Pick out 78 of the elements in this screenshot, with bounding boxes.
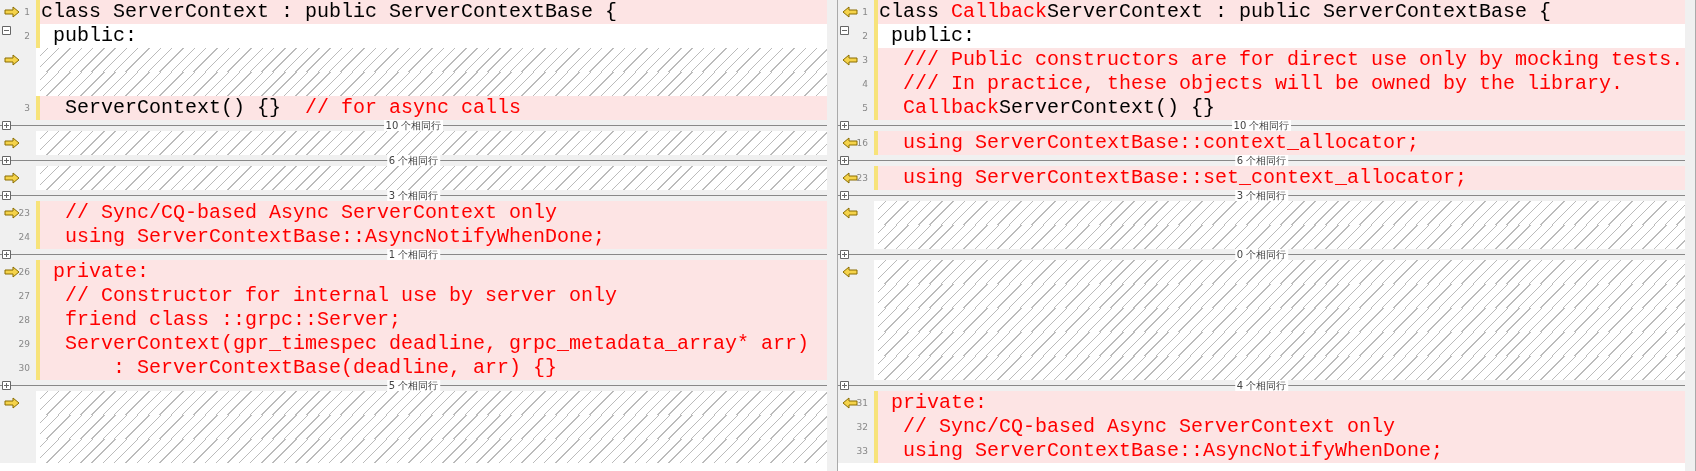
left-arrow-icon[interactable] (842, 6, 858, 18)
folded-lines-label: 6 个相同行 (1234, 155, 1289, 166)
line-number: 32 (856, 422, 868, 432)
scrollbar[interactable] (827, 0, 837, 471)
code-line: // Sync/CQ-based Async ServerContext only (902, 415, 1396, 439)
code-line: /// In practice, these objects will be owned by the library. (902, 72, 1624, 96)
line-number: 5 (862, 103, 868, 113)
expand-icon[interactable] (840, 381, 849, 390)
line-number: 24 (18, 232, 30, 242)
line-number: 3 (862, 55, 868, 65)
right-arrow-icon[interactable] (4, 397, 20, 409)
left-arrow-icon[interactable] (842, 54, 858, 66)
line-number: 30 (18, 363, 30, 373)
expand-icon[interactable] (840, 121, 849, 130)
code-line: : ServerContextBase(deadline, arr) {} (112, 356, 558, 380)
expand-icon[interactable] (840, 191, 849, 200)
right-arrow-icon[interactable] (4, 172, 20, 184)
expand-icon[interactable] (2, 250, 11, 259)
folded-lines-label: 0 个相同行 (1234, 249, 1289, 260)
expand-icon[interactable] (2, 381, 11, 390)
line-number: 27 (18, 291, 30, 301)
code-line: using ServerContextBase::set_context_allocator; (902, 166, 1468, 190)
folded-lines-label: 10 个相同行 (1231, 120, 1292, 131)
line-number: 2 (24, 31, 30, 41)
line-number: 31 (856, 398, 868, 408)
left-arrow-icon[interactable] (842, 207, 858, 219)
left-arrow-icon[interactable] (842, 137, 858, 149)
code-line: using ServerContextBase::AsyncNotifyWhenDone; (902, 439, 1444, 463)
line-number: 4 (862, 79, 868, 89)
left-arrow-icon[interactable] (842, 266, 858, 278)
expand-icon[interactable] (2, 156, 11, 165)
right-arrow-icon[interactable] (4, 137, 20, 149)
expand-icon[interactable] (2, 121, 11, 130)
code-line: using ServerContextBase::AsyncNotifyWhenDone; (64, 225, 606, 249)
code-line: friend class ::grpc::Server; (64, 308, 402, 332)
code-line: private: (890, 391, 988, 415)
line-number: 28 (18, 315, 30, 325)
code-line: ServerContext(gpr_timespec deadline, grpc_metadata_array* arr) (64, 332, 810, 356)
folded-lines-label: 5 个相同行 (386, 380, 441, 391)
folded-lines-label: 4 个相同行 (1234, 380, 1289, 391)
expand-icon[interactable] (2, 191, 11, 200)
right-arrow-icon[interactable] (4, 54, 20, 66)
code-line: private: (52, 260, 150, 284)
line-number: 23 (18, 208, 30, 218)
collapse-icon[interactable] (2, 26, 11, 35)
right-arrow-icon[interactable] (4, 207, 20, 219)
left-arrow-icon[interactable] (842, 172, 858, 184)
expand-icon[interactable] (840, 250, 849, 259)
left-arrow-icon[interactable] (842, 397, 858, 409)
code-line: class CallbackServerContext : public ServerContextBase { (878, 0, 1552, 24)
scrollbar[interactable] (1685, 0, 1695, 471)
right-arrow-icon[interactable] (4, 266, 20, 278)
folded-lines-label: 6 个相同行 (386, 155, 441, 166)
folded-lines-label: 3 个相同行 (386, 190, 441, 201)
expand-icon[interactable] (840, 156, 849, 165)
line-number: 16 (856, 138, 868, 148)
line-number: 3 (24, 103, 30, 113)
line-number: 26 (18, 267, 30, 277)
folded-lines-label: 3 个相同行 (1234, 190, 1289, 201)
code-line: using ServerContextBase::context_allocator; (902, 131, 1420, 155)
code-line: // Sync/CQ-based Async ServerContext only (64, 201, 558, 225)
code-line: // Constructor for internal use by server only (64, 284, 618, 308)
code-line: public: (52, 24, 137, 48)
line-number: 2 (862, 31, 868, 41)
code-line: class ServerContext : public ServerContextBase { (40, 0, 618, 24)
code-line: ServerContext() {} // for async calls (64, 96, 522, 120)
line-number: 29 (18, 339, 30, 349)
folded-lines-label: 1 个相同行 (386, 249, 441, 260)
line-number: 1 (24, 7, 30, 17)
code-line: /// Public constructors are for direct use only by mocking tests. (902, 48, 1684, 72)
line-number: 33 (856, 446, 868, 456)
collapse-icon[interactable] (840, 26, 849, 35)
line-number: 23 (856, 173, 868, 183)
right-arrow-icon[interactable] (4, 6, 20, 18)
line-number: 1 (862, 7, 868, 17)
code-line: public: (890, 24, 975, 48)
code-line: CallbackServerContext() {} (902, 96, 1216, 120)
folded-lines-label: 10 个相同行 (383, 120, 444, 131)
